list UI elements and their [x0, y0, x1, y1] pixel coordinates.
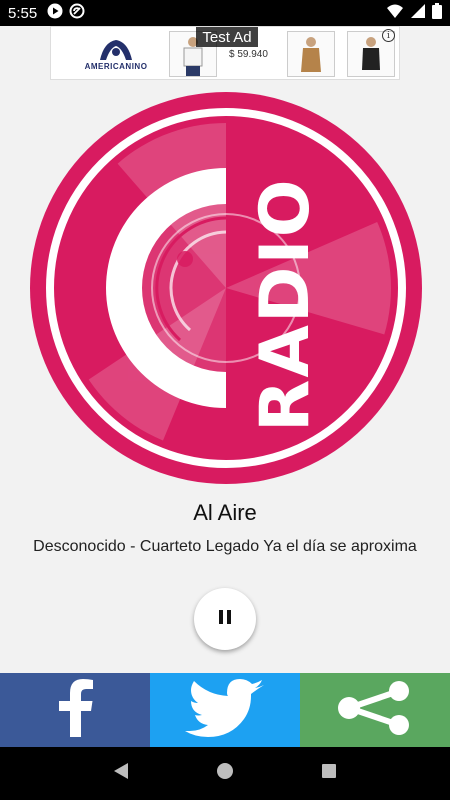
recents-icon[interactable]	[321, 763, 337, 784]
ad-product-image[interactable]	[287, 31, 335, 77]
battery-icon	[432, 2, 442, 24]
sync-notification-icon	[69, 3, 85, 24]
pause-icon	[217, 609, 233, 630]
status-bar: 5:55	[0, 0, 450, 26]
status-left-icons	[47, 3, 85, 24]
ad-brand-emblem-icon	[100, 39, 132, 60]
play-notification-icon	[47, 3, 63, 24]
ad-brand-logo: AMERICANINO	[61, 33, 171, 75]
share-icon	[337, 680, 413, 740]
ad-banner[interactable]: AMERICANINO $ 59.940 Test Ad i	[50, 26, 400, 80]
now-playing-track: Desconocido - Cuarteto Legado Ya el día …	[33, 538, 417, 555]
twitter-share-button[interactable]	[150, 673, 300, 747]
facebook-icon	[55, 678, 95, 742]
now-playing-title: Al Aire	[193, 500, 257, 525]
twitter-bird-icon	[184, 678, 266, 742]
station-logo-text: RADIO	[246, 177, 325, 432]
ad-price: $ 59.940	[229, 49, 268, 60]
system-nav-bar	[0, 747, 450, 800]
share-bar	[0, 673, 450, 747]
pause-button[interactable]	[194, 588, 256, 650]
status-time: 5:55	[8, 4, 38, 22]
back-icon[interactable]	[113, 762, 129, 785]
wifi-icon	[386, 3, 404, 24]
share-button[interactable]	[300, 673, 450, 747]
ad-info-icon[interactable]: i	[382, 29, 395, 42]
signal-icon	[410, 3, 426, 24]
ad-brand-name: AMERICANINO	[84, 61, 148, 71]
station-logo: RADIO	[30, 92, 422, 484]
status-right-icons	[386, 2, 442, 24]
facebook-share-button[interactable]	[0, 673, 150, 747]
home-icon[interactable]	[216, 762, 234, 785]
ad-label: Test Ad	[196, 27, 258, 47]
